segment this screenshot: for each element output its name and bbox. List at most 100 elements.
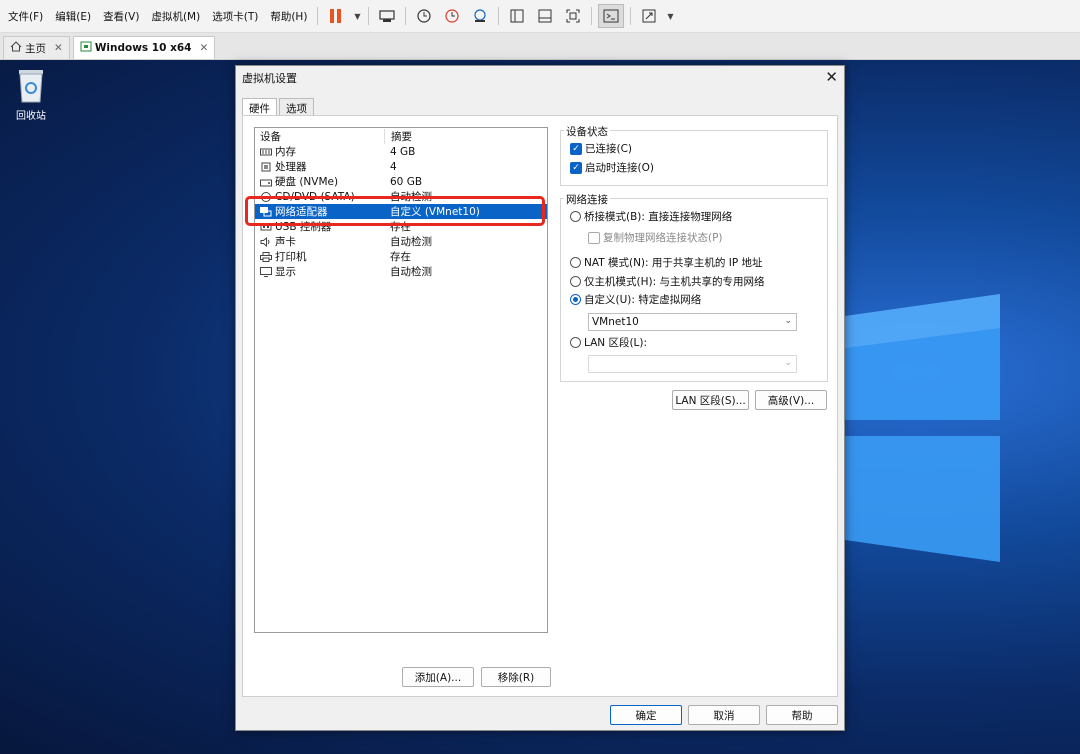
device-name: 处理器 [275, 161, 307, 173]
chevron-down-icon[interactable]: ▼ [352, 5, 362, 27]
sound-icon [260, 236, 272, 247]
device-row-sound[interactable]: 声卡 自动检测 [255, 234, 547, 249]
close-icon[interactable]: ✕ [825, 68, 838, 86]
recycle-bin-label: 回收站 [16, 111, 46, 122]
device-row-disk[interactable]: 硬盘 (NVMe) 60 GB [255, 174, 547, 189]
device-summary: 自动检测 [390, 266, 432, 278]
chevron-down-icon[interactable]: ▼ [665, 5, 675, 27]
device-summary: 4 [390, 160, 397, 173]
disk-icon [260, 177, 272, 187]
custom-network-value: VMnet10 [592, 316, 639, 328]
memory-icon [260, 147, 272, 157]
revert-snapshot-icon[interactable] [440, 5, 464, 27]
radio-checked-icon [570, 294, 581, 305]
menu-view[interactable]: 查看(V) [97, 9, 145, 24]
device-row-printer[interactable]: 打印机 存在 [255, 249, 547, 264]
help-button[interactable]: 帮助 [766, 705, 838, 725]
toolbar-divider [591, 7, 593, 25]
connect-on-power-label: 启动时连接(O) [585, 162, 654, 174]
tab-vm[interactable]: Windows 10 x64 ✕ [72, 36, 216, 59]
connected-checkbox[interactable]: ✓ 已连接(C) [570, 141, 632, 156]
snapshot-icon[interactable] [412, 5, 436, 27]
device-summary: 60 GB [390, 175, 423, 188]
header-device: 设备 [260, 130, 281, 143]
lan-label: LAN 区段(L): [584, 337, 648, 349]
printer-icon [260, 251, 272, 262]
recycle-bin[interactable]: 回收站 [8, 66, 54, 122]
replicate-checkbox[interactable]: 复制物理网络连接状态(P) [588, 230, 723, 245]
network-title: 网络连接 [564, 192, 610, 207]
checkbox-icon [588, 231, 600, 244]
fullscreen-icon[interactable] [561, 5, 585, 27]
close-icon[interactable]: ✕ [199, 42, 208, 54]
custom-network-select[interactable]: VMnet10 ⌄ [588, 313, 797, 331]
ok-button[interactable]: 确定 [610, 705, 682, 725]
device-summary: 4 GB [390, 145, 416, 158]
nat-radio[interactable]: NAT 模式(N): 用于共享主机的 IP 地址 [570, 255, 763, 270]
vm-settings-dialog: 虚拟机设置 ✕ 硬件 选项 设备 摘要 内存 4 GB 处理器 4 硬盘 (NV… [235, 65, 845, 731]
menu-file[interactable]: 文件(F) [2, 9, 49, 24]
connected-label: 已连接(C) [585, 143, 633, 155]
device-name: 内存 [275, 146, 296, 158]
cancel-button[interactable]: 取消 [688, 705, 760, 725]
remove-button[interactable]: 移除(R) [481, 667, 551, 687]
menu-help[interactable]: 帮助(H) [264, 9, 313, 24]
tab-home[interactable]: 主页 ✕ [3, 36, 70, 59]
chevron-down-icon: ⌄ [784, 358, 792, 368]
tab-label: Windows 10 x64 [94, 42, 192, 54]
device-row-cpu[interactable]: 处理器 4 [255, 159, 547, 174]
lan-segment-select[interactable]: ⌄ [588, 355, 797, 373]
nat-label: NAT 模式(N): 用于共享主机的 IP 地址 [584, 257, 763, 269]
home-icon [10, 41, 22, 55]
cpu-icon [260, 162, 272, 172]
display-icon [260, 266, 272, 277]
device-name: 声卡 [275, 236, 296, 248]
windows-logo [845, 294, 1000, 562]
custom-radio[interactable]: 自定义(U): 特定虚拟网络 [570, 292, 701, 307]
device-name: 打印机 [275, 251, 307, 263]
bridged-label: 桥接模式(B): 直接连接物理网络 [584, 211, 733, 223]
toolbar-divider [317, 7, 319, 25]
custom-label: 自定义(U): 特定虚拟网络 [584, 294, 702, 306]
console-icon[interactable] [598, 4, 625, 28]
host-only-radio[interactable]: 仅主机模式(H): 与主机共享的专用网络 [570, 274, 764, 289]
device-row-display[interactable]: 显示 自动检测 [255, 264, 547, 279]
replicate-label: 复制物理网络连接状态(P) [603, 232, 723, 244]
close-icon[interactable]: ✕ [54, 42, 63, 54]
radio-icon [570, 337, 581, 348]
device-summary: 自动检测 [390, 236, 432, 248]
menubar: 文件(F) 编辑(E) 查看(V) 虚拟机(M) 选项卡(T) 帮助(H) ▼ [0, 0, 1080, 33]
header-summary: 摘要 [384, 128, 412, 144]
snapshot-manager-icon[interactable] [468, 5, 492, 27]
radio-icon [570, 211, 581, 222]
menu-tabs[interactable]: 选项卡(T) [206, 9, 264, 24]
stretch-icon[interactable] [637, 5, 661, 27]
chevron-down-icon: ⌄ [784, 316, 792, 326]
dialog-title: 虚拟机设置 [242, 72, 297, 85]
vm-icon [80, 41, 92, 55]
lan-segments-button[interactable]: LAN 区段(S)... [672, 390, 749, 410]
connect-on-power-checkbox[interactable]: ✓ 启动时连接(O) [570, 160, 654, 175]
toolbar-divider [405, 7, 407, 25]
checkbox-checked-icon: ✓ [570, 161, 582, 174]
bridged-radio[interactable]: 桥接模式(B): 直接连接物理网络 [570, 209, 732, 224]
tab-label: 主页 [25, 42, 46, 55]
advanced-button[interactable]: 高级(V)... [755, 390, 827, 410]
device-summary: 存在 [390, 251, 411, 263]
tab-bar: 主页 ✕ Windows 10 x64 ✕ [0, 33, 1080, 60]
send-keys-icon[interactable] [375, 5, 399, 27]
pause-icon[interactable] [324, 5, 348, 27]
radio-icon [570, 257, 581, 268]
radio-icon [570, 276, 581, 287]
recycle-bin-icon [8, 66, 54, 107]
thumbnail-view-icon[interactable] [533, 5, 557, 27]
device-row-memory[interactable]: 内存 4 GB [255, 144, 547, 159]
device-list-header: 设备 摘要 [255, 128, 547, 144]
menu-edit[interactable]: 编辑(E) [49, 9, 97, 24]
add-button[interactable]: 添加(A)... [402, 667, 474, 687]
menu-vm[interactable]: 虚拟机(M) [145, 9, 206, 24]
host-only-label: 仅主机模式(H): 与主机共享的专用网络 [584, 276, 765, 288]
device-name: 硬盘 (NVMe) [275, 176, 339, 188]
sidebar-view-icon[interactable] [505, 5, 529, 27]
lan-radio[interactable]: LAN 区段(L): [570, 335, 647, 350]
